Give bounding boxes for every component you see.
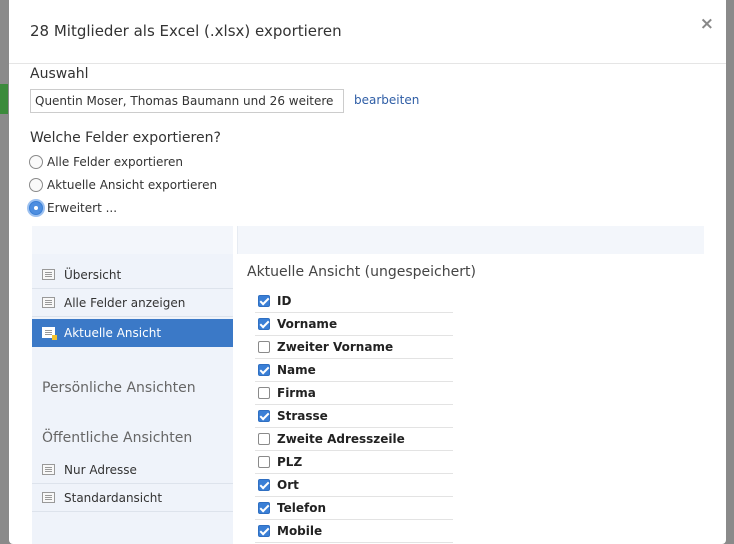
field-list: ID Vorname Zweiter Vorname Name Firma St… <box>255 290 453 543</box>
sidebar-header <box>32 226 233 254</box>
fields-panel-header <box>237 226 704 254</box>
field-row-vorname[interactable]: Vorname <box>255 313 453 336</box>
field-row-ort[interactable]: Ort <box>255 474 453 497</box>
field-checkbox[interactable] <box>258 364 270 376</box>
dialog-header: 28 Mitglieder als Excel (.xlsx) exportie… <box>9 0 726 64</box>
field-checkbox[interactable] <box>258 341 270 353</box>
field-label: Zweite Adresszeile <box>277 432 405 446</box>
list-view-icon <box>42 269 55 280</box>
current-view-title: Aktuelle Ansicht (ungespeichert) <box>247 264 476 280</box>
sidebar-item-overview[interactable]: Übersicht <box>32 261 233 289</box>
sidebar-item-label: Alle Felder anzeigen <box>64 295 186 310</box>
sidebar-item-label: Nur Adresse <box>64 462 137 477</box>
sidebar-item-label: Standardansicht <box>64 490 163 505</box>
field-label: Strasse <box>277 409 328 423</box>
field-label: Vorname <box>277 317 338 331</box>
close-icon[interactable]: × <box>700 14 714 34</box>
export-dialog: 28 Mitglieder als Excel (.xlsx) exportie… <box>9 0 726 544</box>
field-label: Mobile <box>277 524 323 538</box>
advanced-panel: Übersicht Alle Felder anzeigen Aktuelle … <box>32 226 704 544</box>
radio-button[interactable] <box>29 178 43 192</box>
field-row-zweiter-vorname[interactable]: Zweiter Vorname <box>255 336 453 359</box>
field-checkbox[interactable] <box>258 479 270 491</box>
sidebar-item-all-fields[interactable]: Alle Felder anzeigen <box>32 289 233 317</box>
sidebar-item-address-only[interactable]: Nur Adresse <box>32 456 233 484</box>
radio-label: Aktuelle Ansicht exportieren <box>47 178 218 192</box>
field-checkbox[interactable] <box>258 525 270 537</box>
radio-label: Alle Felder exportieren <box>47 155 184 169</box>
list-view-icon <box>42 297 55 308</box>
field-label: Firma <box>277 386 316 400</box>
field-row-zweite-adresszeile[interactable]: Zweite Adresszeile <box>255 428 453 451</box>
background-green-button <box>0 84 8 114</box>
field-label: PLZ <box>277 455 303 469</box>
selection-input[interactable] <box>30 89 344 113</box>
sidebar-item-standard-view[interactable]: Standardansicht <box>32 484 233 512</box>
field-row-mobile[interactable]: Mobile <box>255 520 453 543</box>
field-checkbox[interactable] <box>258 502 270 514</box>
background-left-strip <box>0 150 8 544</box>
field-row-name[interactable]: Name <box>255 359 453 382</box>
sidebar-item-current-view[interactable]: Aktuelle Ansicht <box>32 319 233 347</box>
public-views-heading: Öffentliche Ansichten <box>42 430 193 446</box>
selection-label: Auswahl <box>30 66 89 82</box>
field-row-strasse[interactable]: Strasse <box>255 405 453 428</box>
edit-view-icon <box>42 327 57 340</box>
field-checkbox[interactable] <box>258 433 270 445</box>
sidebar-item-label: Aktuelle Ansicht <box>64 325 162 340</box>
field-row-telefon[interactable]: Telefon <box>255 497 453 520</box>
radio-label: Erweitert ... <box>47 201 118 215</box>
view-fields-panel: Aktuelle Ansicht (ungespeichert) ID Vorn… <box>237 226 704 544</box>
field-row-id[interactable]: ID <box>255 290 453 313</box>
field-row-firma[interactable]: Firma <box>255 382 453 405</box>
radio-button[interactable] <box>29 201 43 215</box>
field-label: Zweiter Vorname <box>277 340 394 354</box>
sidebar-item-label: Übersicht <box>64 267 122 282</box>
views-sidebar: Übersicht Alle Felder anzeigen Aktuelle … <box>32 226 233 544</box>
radio-all-fields[interactable]: Alle Felder exportieren <box>29 155 183 169</box>
list-view-icon <box>42 492 55 503</box>
field-label: Telefon <box>277 501 326 515</box>
field-row-plz[interactable]: PLZ <box>255 451 453 474</box>
radio-advanced[interactable]: Erweitert ... <box>29 201 117 215</box>
field-label: Ort <box>277 478 299 492</box>
radio-button[interactable] <box>29 155 43 169</box>
field-checkbox[interactable] <box>258 456 270 468</box>
field-checkbox[interactable] <box>258 410 270 422</box>
field-checkbox[interactable] <box>258 318 270 330</box>
fields-question: Welche Felder exportieren? <box>30 130 221 146</box>
background-right-strip <box>726 150 734 544</box>
field-label: Name <box>277 363 316 377</box>
radio-current-view[interactable]: Aktuelle Ansicht exportieren <box>29 178 217 192</box>
personal-views-heading: Persönliche Ansichten <box>42 380 196 396</box>
field-label: ID <box>277 294 292 308</box>
list-view-icon <box>42 464 55 475</box>
dialog-title: 28 Mitglieder als Excel (.xlsx) exportie… <box>30 22 342 40</box>
edit-selection-link[interactable]: bearbeiten <box>354 93 419 107</box>
field-checkbox[interactable] <box>258 387 270 399</box>
field-checkbox[interactable] <box>258 295 270 307</box>
